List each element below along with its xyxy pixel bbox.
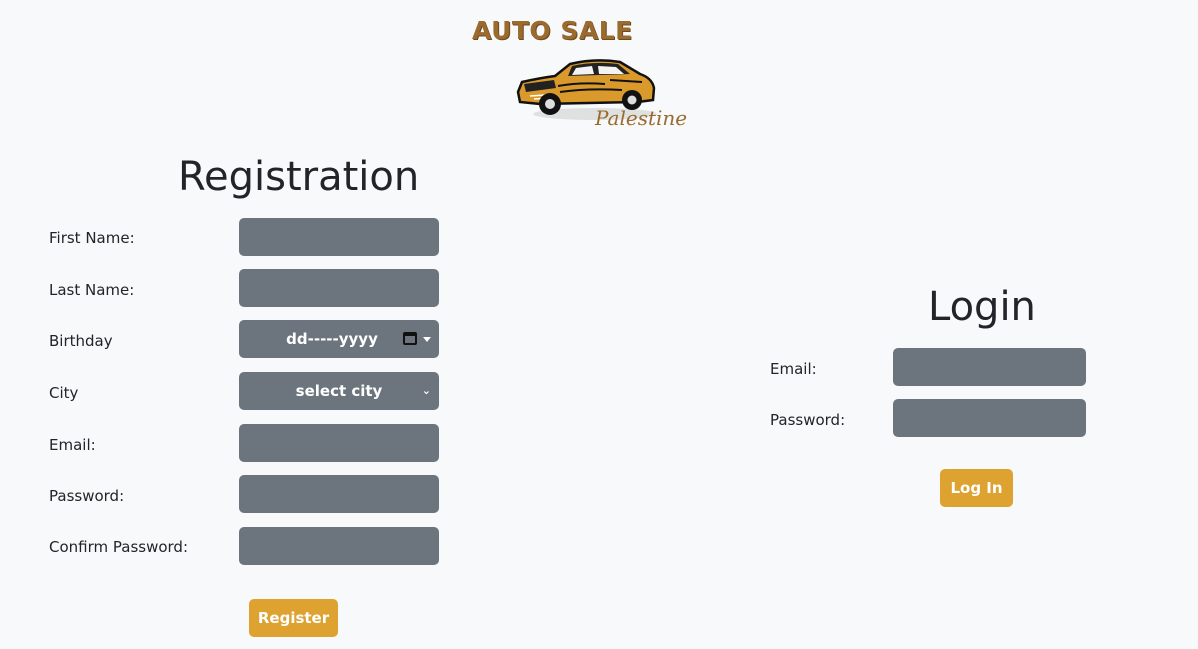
login-password-label: Password: — [770, 411, 846, 429]
confirm-password-input[interactable] — [239, 527, 439, 565]
email-input[interactable] — [239, 424, 439, 462]
city-select[interactable]: select city ⌄ — [239, 372, 439, 410]
login-email-input[interactable] — [893, 348, 1086, 386]
birthday-value: dd-----yyyy — [286, 330, 378, 348]
registration-title: Registration — [178, 154, 420, 200]
email-label: Email: — [49, 436, 96, 454]
confirm-password-label: Confirm Password: — [49, 538, 189, 556]
city-label: City — [49, 384, 79, 402]
login-password-input[interactable] — [893, 399, 1086, 437]
chevron-down-icon: ⌄ — [421, 384, 431, 397]
first-name-input[interactable] — [239, 218, 439, 256]
logo-subtitle: Palestine — [595, 106, 688, 130]
login-button[interactable]: Log In — [940, 469, 1013, 507]
birthday-label: Birthday — [49, 332, 113, 350]
first-name-label: First Name: — [49, 229, 135, 247]
register-button[interactable]: Register — [249, 599, 338, 637]
password-label: Password: — [49, 487, 125, 505]
page: AUTO SALE Palestine Registration First N… — [0, 0, 1198, 649]
last-name-input[interactable] — [239, 269, 439, 307]
brand-logo[interactable]: AUTO SALE Palestine — [470, 10, 690, 140]
last-name-label: Last Name: — [49, 281, 135, 299]
city-selected-value: select city — [295, 382, 383, 400]
password-input[interactable] — [239, 475, 439, 513]
login-title: Login — [928, 284, 1036, 330]
birthday-date-input[interactable]: dd-----yyyy — [239, 320, 439, 358]
login-email-label: Email: — [770, 360, 817, 378]
caret-down-icon[interactable] — [423, 337, 431, 342]
logo-title: AUTO SALE — [472, 16, 633, 45]
calendar-icon[interactable] — [403, 332, 417, 345]
